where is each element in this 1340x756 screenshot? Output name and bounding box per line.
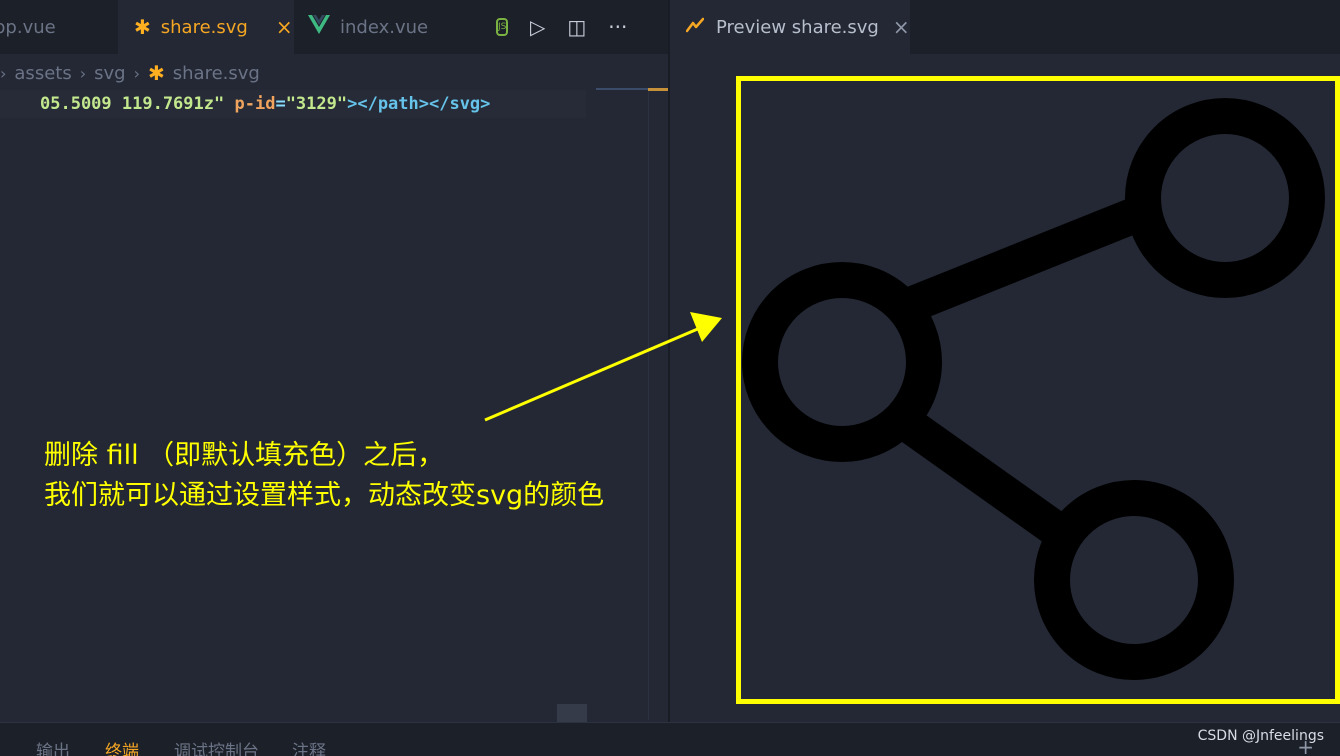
svg-asterisk-icon: ✱ [134, 15, 151, 39]
panel-tab-comments[interactable]: 注释 [292, 737, 326, 756]
tab-preview-share-svg[interactable]: Preview share.svg × [670, 0, 910, 54]
run-icon[interactable]: ▷ [530, 15, 545, 39]
tab-share-svg[interactable]: ✱ share.svg × [118, 0, 294, 54]
chevron-right-icon: › [133, 63, 140, 83]
share-node-circle [1034, 480, 1234, 680]
breadcrumb-svg[interactable]: svg [94, 63, 125, 84]
split-editor-icon[interactable]: ◫ [567, 15, 586, 39]
breadcrumb-file[interactable]: share.svg [173, 63, 260, 84]
js-icon: JS [496, 18, 509, 36]
code-attribute: p-id [234, 94, 276, 114]
arrow-head [690, 312, 722, 342]
breadcrumb-assets[interactable]: assets [14, 63, 71, 84]
code-string: 05.5009 119.7691z" [40, 94, 225, 114]
tab-label: index.vue [340, 16, 429, 38]
watermark: CSDN @Jnfeelings [1197, 728, 1324, 744]
tab-label: pp.vue [0, 16, 56, 38]
code-tag: ></path></svg> [347, 94, 491, 114]
chevron-right-icon: › [0, 63, 7, 83]
breadcrumb: › assets › svg › ✱ share.svg [0, 58, 668, 88]
panel-tab-terminal[interactable]: 终端 [105, 737, 139, 756]
vue-icon [308, 14, 330, 40]
editor-actions: ▷ ◫ ··· [510, 0, 627, 54]
chevron-right-icon: › [79, 63, 87, 83]
annotation-line-1: 删除 fill （即默认填充色）之后， [44, 440, 445, 471]
close-icon[interactable]: × [893, 15, 910, 39]
tab-label: Preview share.svg [716, 16, 879, 38]
tab-index-vue[interactable]: index.vue [294, 0, 462, 54]
close-icon[interactable]: × [276, 15, 293, 39]
preview-tab-bar: Preview share.svg × [670, 0, 1340, 54]
scrollbar-track[interactable] [648, 88, 668, 720]
more-actions-icon[interactable]: ··· [608, 15, 627, 39]
code-equals: = [275, 94, 286, 114]
bottom-panel-bar: 输出 终端 调试控制台 注释 + CSDN @Jnfeelings [0, 722, 1340, 756]
editor-group-divider[interactable] [668, 0, 670, 722]
scrollbar-marker [648, 88, 668, 91]
horizontal-scrollbar-thumb[interactable] [557, 704, 587, 722]
code-line[interactable]: 05.5009 119.7691z" p-id="3129"></path></… [40, 90, 490, 118]
tab-app-vue[interactable]: pp.vue [0, 0, 118, 54]
panel-tab-debug-console[interactable]: 调试控制台 [174, 737, 259, 756]
svg-asterisk-icon: ✱ [147, 61, 165, 85]
annotation-text: 删除 fill （即默认填充色）之后， 我们就可以通过设置样式，动态改变svg的… [44, 436, 604, 516]
share-node-circle [1125, 98, 1325, 298]
share-connector-line [896, 198, 1142, 325]
code-string: "3129" [285, 94, 348, 114]
preview-icon [685, 17, 705, 38]
panel-tab-output[interactable]: 输出 [36, 737, 70, 756]
share-connector-line [877, 395, 1089, 560]
editor-tab-bar: pp.vue ✱ share.svg × index.vue JS p ▷ ◫ … [0, 0, 668, 54]
share-icon [742, 98, 1325, 680]
annotation-line-2: 我们就可以通过设置样式，动态改变svg的颜色 [44, 480, 605, 511]
tab-label: share.svg [160, 16, 248, 38]
share-node-circle [742, 262, 942, 462]
tab-js-file[interactable]: JS p [462, 0, 510, 54]
